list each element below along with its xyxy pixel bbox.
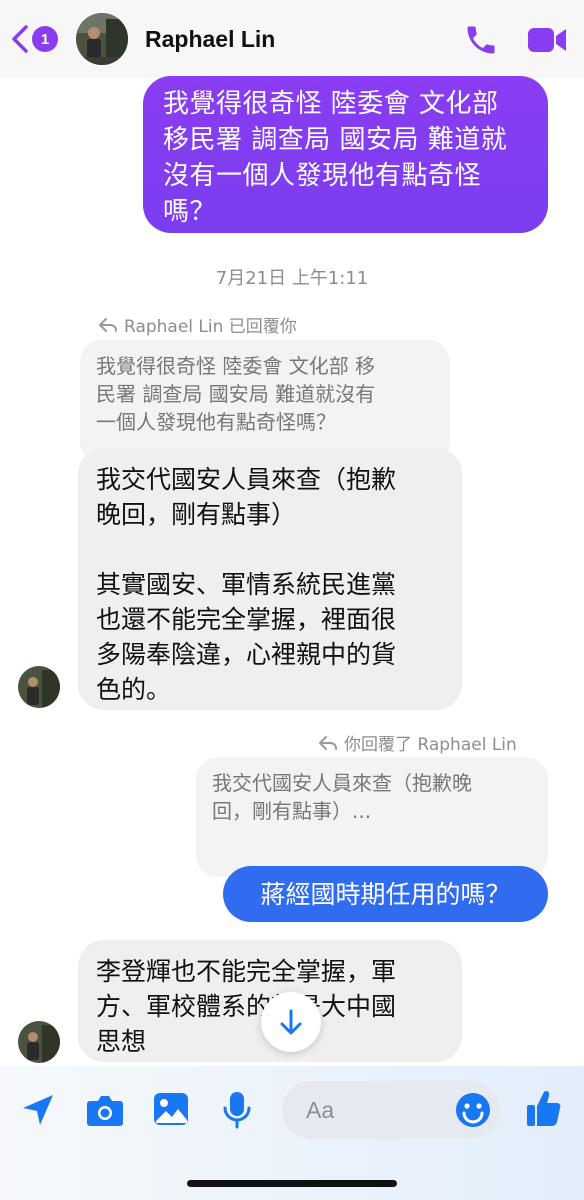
reply-label-text: Raphael Lin 已回覆你 bbox=[124, 317, 297, 337]
back-button[interactable]: 1 bbox=[10, 24, 58, 54]
arrow-down-icon bbox=[280, 1009, 302, 1035]
video-camera-icon bbox=[528, 28, 566, 52]
smiley-icon bbox=[456, 1093, 490, 1127]
unread-badge: 1 bbox=[32, 26, 58, 52]
thumbs-up-icon bbox=[527, 1091, 561, 1126]
message-input-placeholder: Aa bbox=[306, 1096, 335, 1123]
phone-icon bbox=[467, 26, 495, 54]
quoted-message[interactable]: 我交代國安人員來查（抱歉晚 回，剛有點事）... bbox=[196, 757, 548, 877]
reply-label: 你回覆了 Raphael Lin bbox=[318, 730, 517, 755]
voice-message-button[interactable] bbox=[222, 1090, 252, 1134]
quoted-message[interactable]: 我覺得很奇怪 陸委會 文化部 移 民署 調查局 國安局 難道就沒有 一個人發現他… bbox=[80, 340, 450, 464]
location-arrow-icon bbox=[23, 1095, 53, 1125]
location-button[interactable] bbox=[20, 1092, 56, 1132]
contact-avatar-small[interactable] bbox=[18, 1021, 60, 1063]
home-indicator bbox=[187, 1180, 397, 1187]
chevron-left-icon bbox=[12, 25, 28, 53]
sent-message[interactable]: 蔣經國時期任用的嗎？ bbox=[223, 866, 548, 922]
contact-name[interactable]: Raphael Lin bbox=[145, 26, 275, 53]
reply-arrow-icon bbox=[319, 735, 337, 750]
gallery-button[interactable] bbox=[153, 1092, 189, 1130]
like-button[interactable] bbox=[526, 1088, 562, 1132]
scroll-to-bottom-button[interactable] bbox=[261, 992, 321, 1052]
received-message[interactable]: 我交代國安人員來查（抱歉 晚回，剛有點事） 其實國安、軍情系統民進黨 也還不能完… bbox=[78, 448, 462, 710]
reply-label-text: 你回覆了 Raphael Lin bbox=[344, 735, 517, 755]
chat-header: 1 Raphael Lin bbox=[0, 0, 584, 78]
message-timestamp: 7月21日 上午1:11 bbox=[215, 268, 369, 289]
emoji-button[interactable] bbox=[455, 1092, 491, 1132]
reply-arrow-icon bbox=[99, 317, 117, 332]
reply-label: Raphael Lin 已回覆你 bbox=[98, 312, 297, 337]
sent-message[interactable]: 我覺得很奇怪 陸委會 文化部 移民署 調查局 國安局 難道就 沒有一個人發現他有… bbox=[143, 76, 548, 233]
image-icon bbox=[154, 1093, 188, 1125]
video-call-button[interactable] bbox=[526, 24, 568, 56]
contact-avatar-small[interactable] bbox=[18, 666, 60, 708]
microphone-icon bbox=[223, 1092, 251, 1129]
contact-avatar[interactable] bbox=[76, 13, 128, 65]
camera-icon bbox=[87, 1096, 123, 1126]
camera-button[interactable] bbox=[86, 1093, 124, 1131]
audio-call-button[interactable] bbox=[463, 22, 499, 58]
